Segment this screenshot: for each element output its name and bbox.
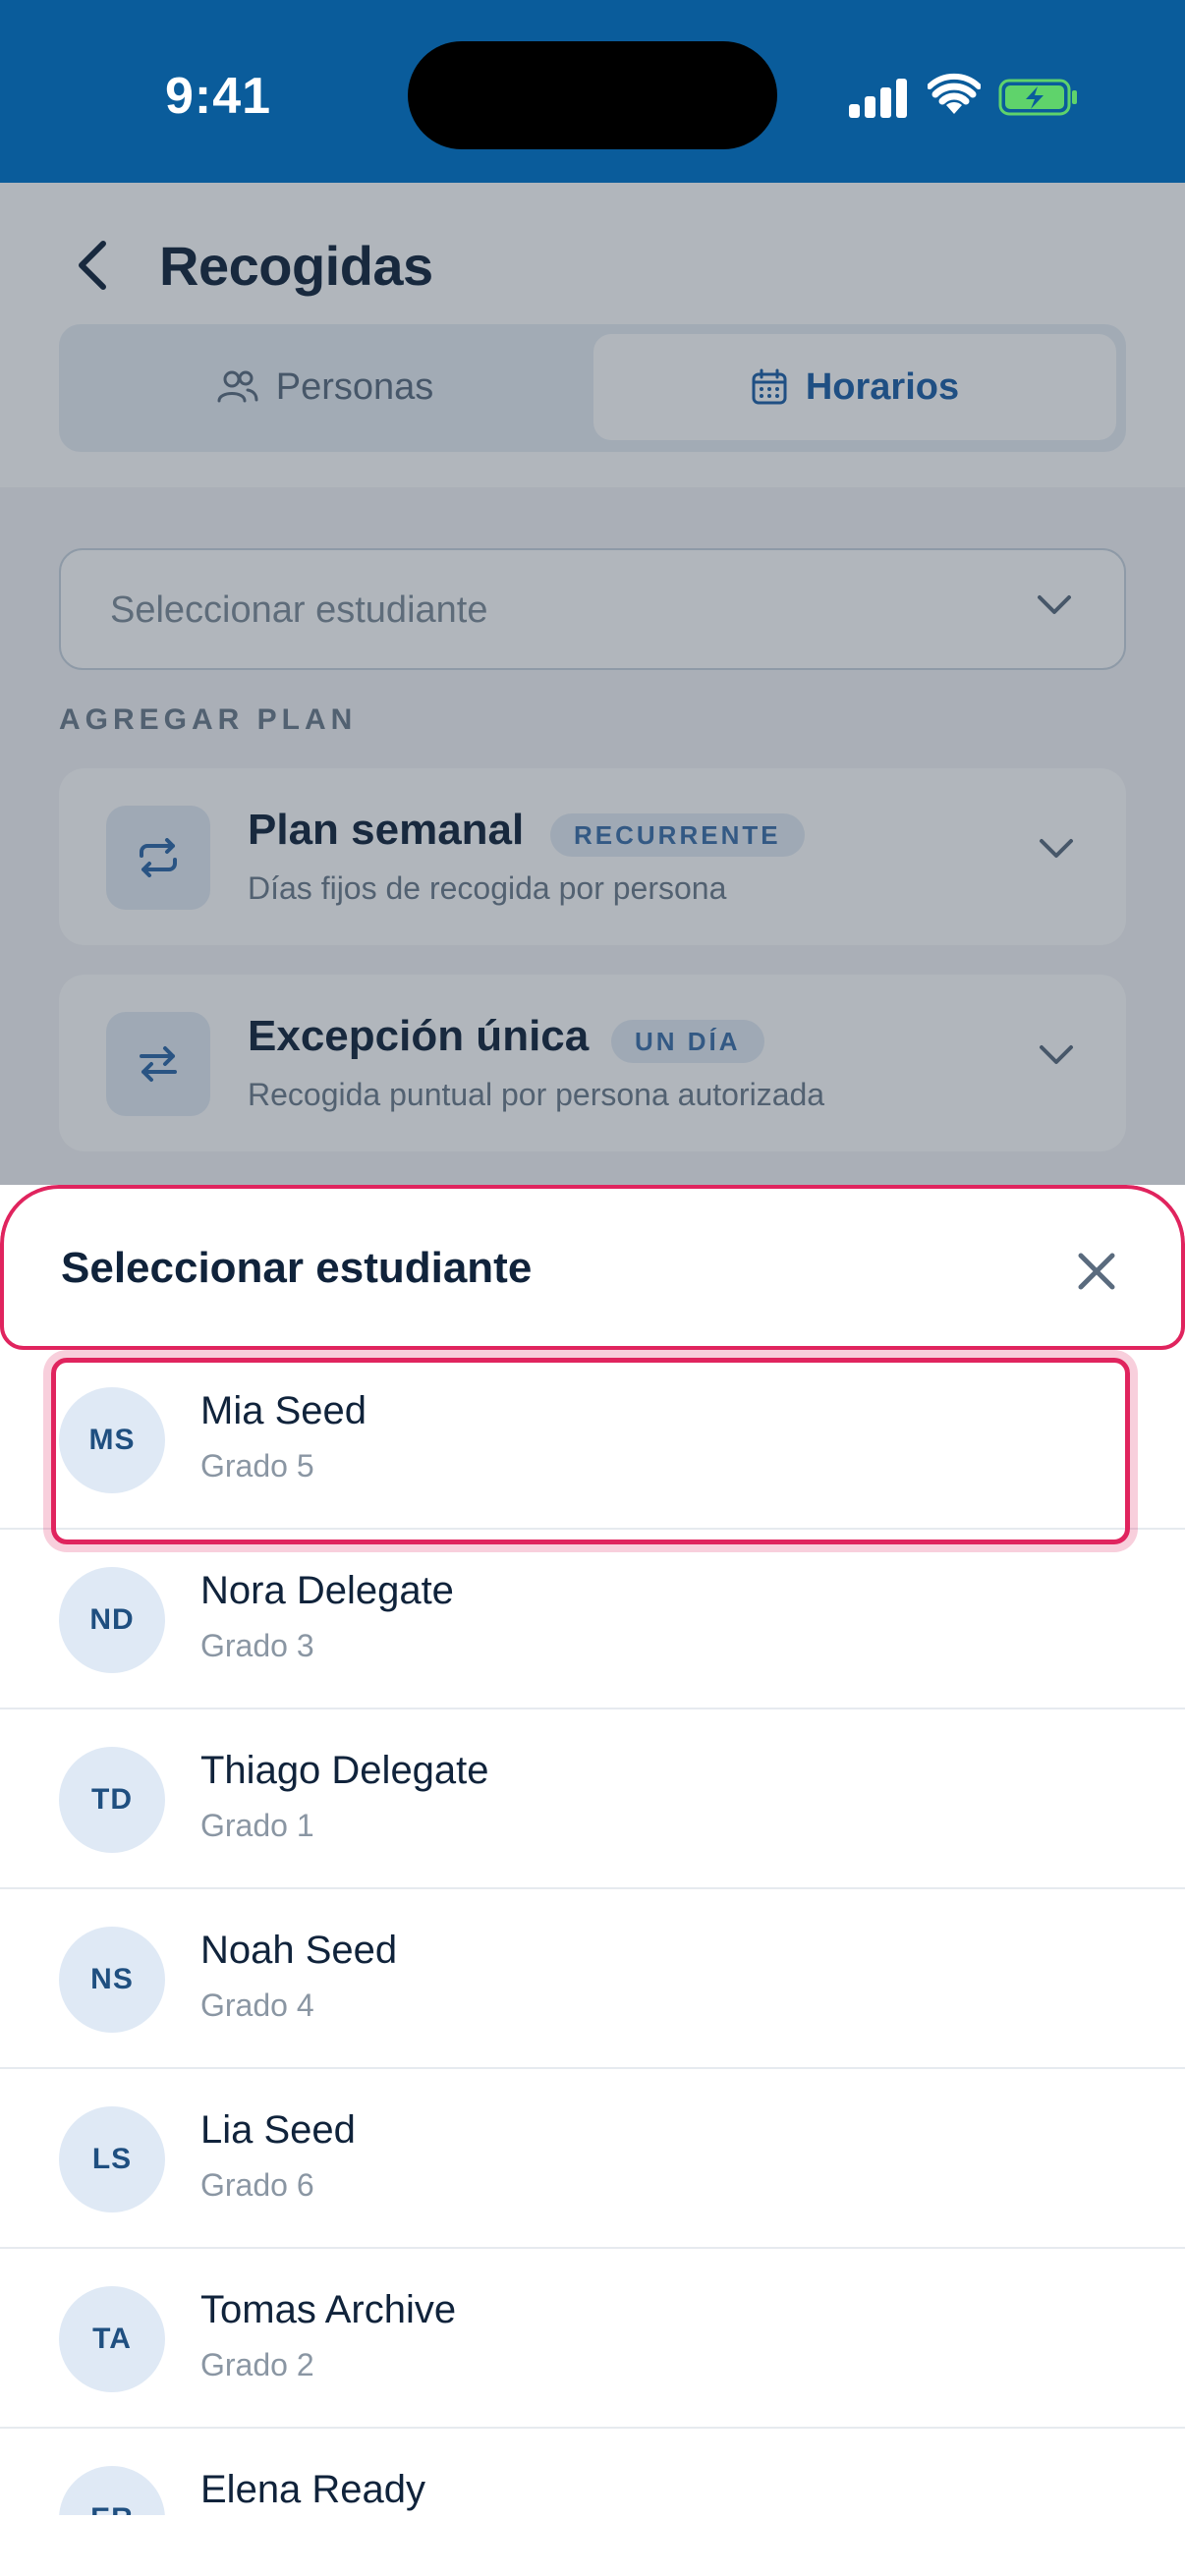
avatar: TD xyxy=(59,1747,165,1853)
status-time: 9:41 xyxy=(165,68,272,125)
student-list: MS Mia Seed Grado 5 ND Nora Delegate Gra… xyxy=(0,1350,1185,2515)
avatar: MS xyxy=(59,1387,165,1493)
student-grade: Grado 5 xyxy=(200,1448,314,1484)
student-row[interactable]: TD Thiago Delegate Grado 1 xyxy=(0,1709,1185,1889)
avatar: ER xyxy=(59,2466,165,2515)
wifi-icon xyxy=(928,73,981,114)
student-name: Elena Ready xyxy=(200,2468,426,2511)
avatar: TA xyxy=(59,2286,165,2392)
student-grade: Grado 3 xyxy=(200,1628,314,1663)
sheet-header: Seleccionar estudiante xyxy=(0,1185,1185,1350)
cellular-signal-icon xyxy=(849,77,908,118)
battery-charging-icon xyxy=(998,79,1077,116)
student-row[interactable]: ND Nora Delegate Grado 3 xyxy=(0,1530,1185,1709)
student-grade: Grado 2 xyxy=(200,2347,314,2382)
student-name: Lia Seed xyxy=(200,2108,356,2152)
student-row[interactable]: LS Lia Seed Grado 6 xyxy=(0,2069,1185,2249)
student-name: Tomas Archive xyxy=(200,2288,457,2331)
avatar: LS xyxy=(59,2106,165,2212)
student-row[interactable]: NS Noah Seed Grado 4 xyxy=(0,1889,1185,2069)
student-grade: Grado 1 xyxy=(200,1808,314,1843)
student-grade: Grado 4 xyxy=(200,1988,314,2023)
close-icon[interactable] xyxy=(1071,1246,1122,1297)
student-picker-sheet: Seleccionar estudiante MS Mia Seed Grado… xyxy=(0,1185,1185,2576)
student-row[interactable]: MS Mia Seed Grado 5 xyxy=(0,1350,1185,1530)
student-name: Nora Delegate xyxy=(200,1569,454,1612)
avatar: NS xyxy=(59,1927,165,2033)
dynamic-island xyxy=(408,41,777,149)
student-name: Mia Seed xyxy=(200,1389,367,1432)
sheet-title: Seleccionar estudiante xyxy=(61,1244,533,1292)
status-bar: 9:41 xyxy=(0,0,1185,183)
modal-backdrop[interactable] xyxy=(0,183,1185,1185)
avatar: ND xyxy=(59,1567,165,1673)
student-name: Thiago Delegate xyxy=(200,1749,489,1792)
student-grade: Grado 6 xyxy=(200,2167,314,2203)
student-name: Noah Seed xyxy=(200,1929,398,1972)
student-row[interactable]: TA Tomas Archive Grado 2 xyxy=(0,2249,1185,2429)
student-row[interactable]: ER Elena Ready xyxy=(0,2429,1185,2515)
